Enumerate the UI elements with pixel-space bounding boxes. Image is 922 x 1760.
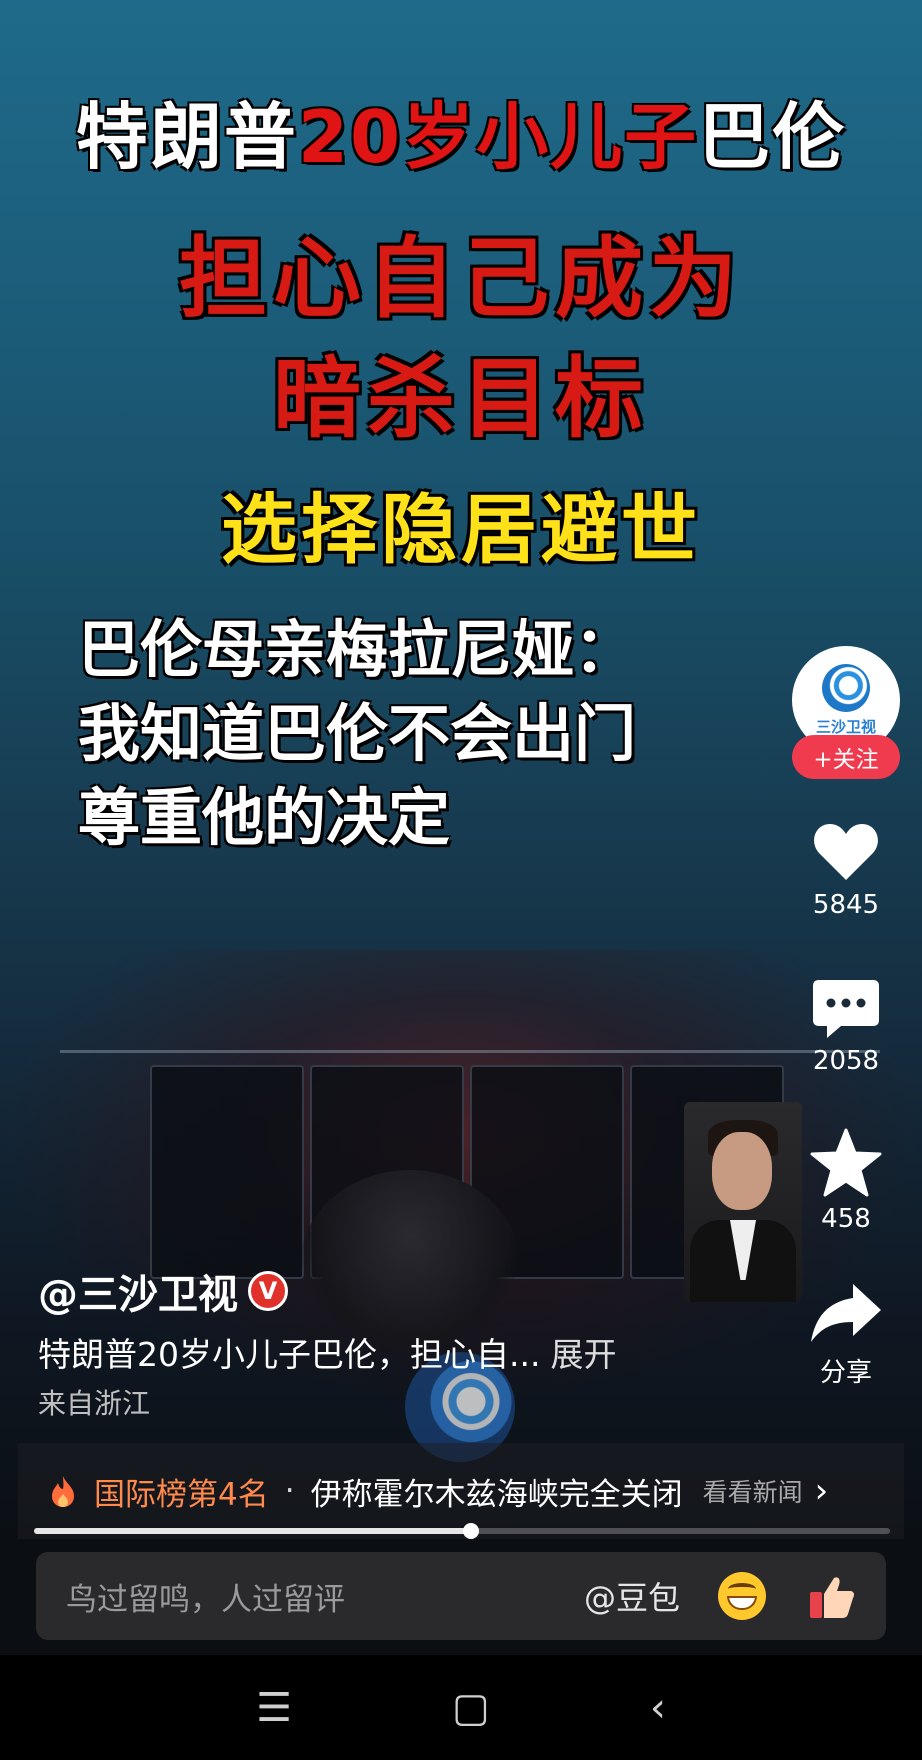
- comment-input-placeholder[interactable]: 鸟过留鸣，人过留评: [66, 1574, 584, 1619]
- quote-line: 尊重他的决定: [78, 781, 451, 854]
- system-navigation-bar: ☰ ▢ ‹: [0, 1655, 922, 1760]
- trending-topic: 伊称霍尔木兹海峡完全关闭: [310, 1476, 683, 1513]
- like-button[interactable]: 5845: [790, 820, 902, 920]
- laugh-emoji-icon[interactable]: [718, 1572, 766, 1620]
- mention-doubao-button[interactable]: @豆包: [584, 1573, 680, 1619]
- video-caption[interactable]: 特朗普20岁小儿子巴伦，担心自... 展开: [38, 1328, 616, 1376]
- verified-badge-icon: V: [248, 1271, 288, 1311]
- chevron-right-icon: ›: [814, 1471, 829, 1511]
- fire-icon: [52, 1476, 74, 1507]
- share-button[interactable]: 分享: [790, 1280, 902, 1389]
- home-icon[interactable]: ▢: [452, 1685, 490, 1731]
- channel-handle[interactable]: @三沙卫视 V: [38, 1262, 288, 1320]
- back-icon[interactable]: ‹: [650, 1685, 666, 1731]
- location-label: 来自浙江: [38, 1387, 151, 1420]
- monitor: [150, 1065, 304, 1279]
- share-icon: [811, 1284, 881, 1342]
- headline-line-2: 担心自己成为: [178, 227, 743, 330]
- comment-input-bar[interactable]: 鸟过留鸣，人过留评 @豆包: [36, 1552, 886, 1640]
- favorite-count: 458: [821, 1204, 871, 1234]
- quote-line: 我知道巴伦不会出门: [78, 697, 637, 770]
- rank-label: 国际榜第4名: [94, 1476, 269, 1513]
- globe-logo-icon: [822, 663, 870, 712]
- comment-count: 2058: [812, 1046, 880, 1076]
- expand-link[interactable]: 展开: [550, 1335, 616, 1374]
- quote-block: 巴伦母亲梅拉尼娅： 我知道巴伦不会出门 尊重他的决定: [78, 608, 798, 860]
- avatar-label: 三沙卫视: [815, 717, 876, 736]
- like-count: 5845: [812, 890, 880, 920]
- quote-line: 巴伦母亲梅拉尼娅：: [78, 613, 637, 686]
- comment-button[interactable]: 2058: [790, 976, 902, 1076]
- progress-fill: [34, 1528, 471, 1534]
- see-news-label: 看看新闻: [702, 1478, 803, 1507]
- inset-portrait: [684, 1102, 802, 1302]
- share-label: 分享: [819, 1358, 872, 1388]
- comment-icon: [813, 980, 879, 1038]
- video-progress-bar[interactable]: [34, 1523, 890, 1539]
- trending-rank-bar[interactable]: 国际榜第4名 · 伊称霍尔木兹海峡完全关闭 看看新闻 ›: [18, 1443, 904, 1539]
- follow-button[interactable]: +关注: [792, 735, 900, 779]
- thumbs-up-icon[interactable]: [808, 1572, 856, 1620]
- star-icon: [810, 1128, 882, 1197]
- handle-text: @三沙卫视: [38, 1272, 238, 1318]
- headline-line-3: 暗杀目标: [272, 347, 649, 450]
- headline-line-4: 选择隐居避世: [221, 485, 701, 574]
- heart-icon: [814, 824, 878, 880]
- favorite-button[interactable]: 458: [790, 1128, 902, 1234]
- recent-apps-icon[interactable]: ☰: [256, 1685, 292, 1731]
- progress-knob[interactable]: [462, 1523, 479, 1539]
- caption-text: 特朗普20岁小儿子巴伦，担心自...: [38, 1335, 541, 1374]
- headline-line-1: 特朗普20岁小儿子巴伦: [75, 95, 847, 179]
- separator: ·: [284, 1473, 295, 1509]
